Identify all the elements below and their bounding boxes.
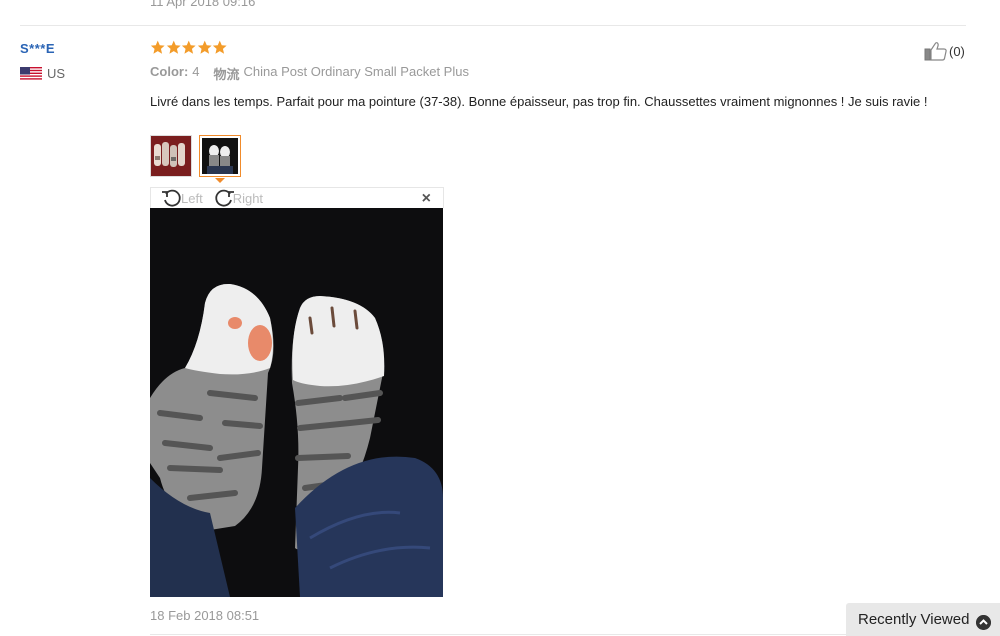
rotate-left-button[interactable]: Left — [161, 188, 203, 208]
previous-review-date: 11 Apr 2018 09:16 — [150, 0, 256, 9]
rotate-right-label: Right — [232, 190, 264, 206]
active-thumb-indicator — [215, 178, 225, 183]
color-label: Color: — [150, 64, 189, 79]
rotate-right-button[interactable]: Right — [213, 188, 263, 208]
sock-pack-image — [151, 136, 191, 176]
helpful-button[interactable]: (0) — [924, 41, 965, 61]
color-value: 4 — [192, 64, 200, 79]
shipping-value: China Post Ordinary Small Packet Plus — [243, 64, 469, 79]
review-content: Color: 4 物流 China Post Ordinary Small Pa… — [150, 40, 965, 111]
star-icon — [212, 40, 227, 54]
order-meta: Color: 4 物流 China Post Ordinary Small Pa… — [150, 64, 965, 83]
recently-viewed-label: Recently Viewed — [858, 611, 970, 628]
shipping-label: 物流 — [213, 67, 240, 82]
star-icon — [166, 40, 181, 54]
recently-viewed-tab[interactable]: Recently Viewed — [846, 603, 1000, 636]
rotate-left-label: Left — [181, 190, 203, 206]
star-rating — [150, 40, 965, 56]
thumbs-up-icon — [924, 42, 947, 61]
rotate-right-icon — [215, 189, 234, 207]
star-icon — [150, 40, 165, 54]
review-thumbnails — [150, 135, 248, 177]
worn-socks-image — [202, 138, 238, 174]
review-divider — [20, 25, 966, 26]
us-flag-icon — [20, 66, 42, 81]
image-viewer-toolbar: Left Right × — [150, 187, 444, 208]
review-text: Livré dans les temps. Parfait pour ma po… — [150, 94, 928, 109]
reviewer-info: S***E US — [20, 41, 130, 81]
star-icon — [197, 40, 212, 54]
rotate-left-icon — [162, 189, 181, 207]
reviewer-country: US — [20, 66, 130, 81]
helpful-count: (0) — [949, 43, 965, 59]
country-code: US — [47, 66, 66, 81]
star-icon — [181, 40, 196, 54]
enlarged-review-photo — [150, 208, 443, 597]
reviewer-name: S***E — [20, 41, 56, 56]
chevron-up-circle-icon — [976, 615, 991, 630]
review-divider — [150, 634, 966, 635]
review-date: 18 Feb 2018 08:51 — [150, 608, 260, 623]
worn-socks-photo — [150, 208, 443, 597]
thumbnail-sock-pack[interactable] — [150, 135, 192, 177]
thumbnail-worn-socks[interactable] — [199, 135, 241, 177]
close-viewer-button[interactable]: × — [422, 190, 431, 208]
